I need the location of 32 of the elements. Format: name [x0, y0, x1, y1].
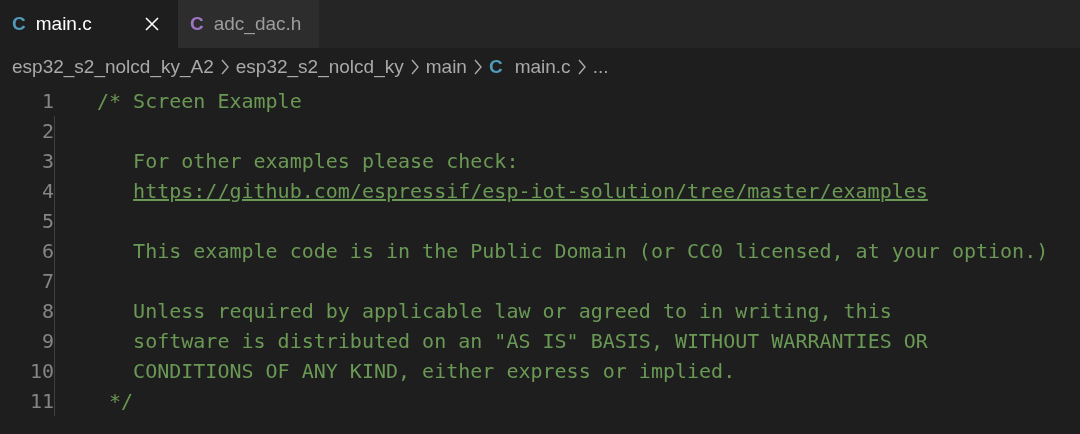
line-number: 9: [40, 329, 54, 353]
breadcrumb-item[interactable]: esp32_s2_nolcd_ky_A2: [12, 56, 214, 78]
breadcrumb-item[interactable]: main: [425, 56, 467, 78]
line-number: 2: [40, 119, 54, 143]
code-link[interactable]: https://github.com/espressif/esp-iot-solution/tree/master/examples: [133, 179, 928, 203]
code-comment: CONDITIONS OF ANY KIND, either express or implied.: [132, 359, 736, 383]
line-number: 11: [28, 389, 54, 413]
code-comment: For other examples please check:: [132, 149, 519, 173]
code-comment: */: [108, 389, 134, 413]
c-file-icon: C: [488, 56, 503, 78]
code-comment: This example code is in the Public Domain (or CC0 licensed, at your option.): [132, 239, 1049, 263]
chevron-icon: [576, 58, 587, 76]
code-comment: /* Screen Example: [97, 89, 302, 113]
close-icon[interactable]: [144, 16, 160, 32]
chevron-icon: [219, 58, 230, 76]
file-tab[interactable]: C adc_dac.h: [178, 0, 320, 48]
line-number: 1: [40, 89, 54, 113]
breadcrumb-item[interactable]: ...: [592, 56, 609, 78]
chevron-icon: [409, 58, 420, 76]
file-tab[interactable]: C main.c: [0, 0, 178, 48]
line-number: 4: [40, 179, 54, 203]
code-comment: software is distributed on an "AS IS" BASIS, WITHOUT WARRANTIES OR: [132, 329, 928, 353]
breadcrumb-item[interactable]: esp32_s2_nolcd_ky: [235, 56, 404, 78]
line-number: 5: [40, 209, 54, 233]
code-comment: Unless required by applicable law or agreed to in writing, this: [132, 299, 892, 323]
chevron-icon: [472, 58, 483, 76]
breadcrumb-item[interactable]: main.c: [514, 56, 571, 78]
line-number: 3: [40, 149, 54, 173]
line-number: 6: [40, 239, 54, 263]
line-number: 8: [40, 299, 54, 323]
line-number: 10: [28, 359, 54, 383]
line-number: 7: [40, 269, 54, 293]
